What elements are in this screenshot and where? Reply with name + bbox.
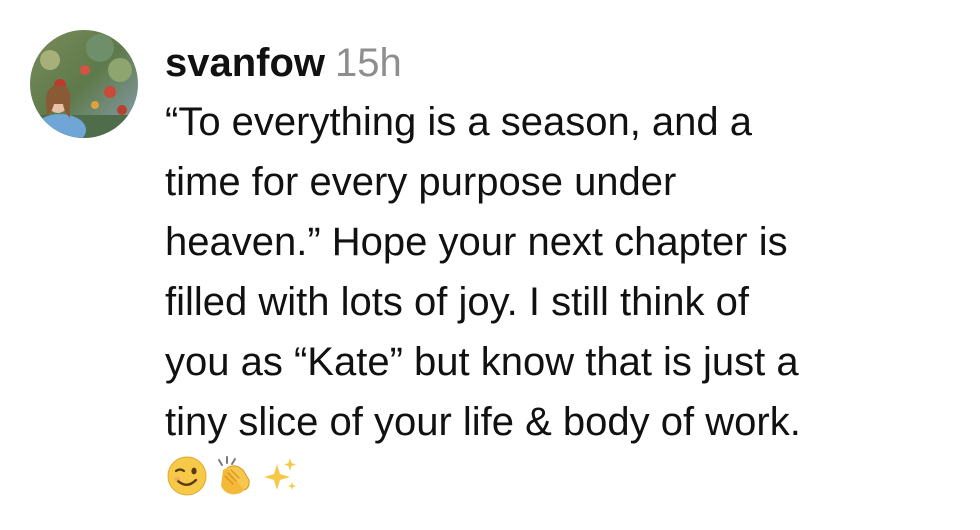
comment-text-line: filled with lots of joy. I still think o… [165,280,749,324]
avatar[interactable] [30,30,138,138]
timestamp[interactable]: 15h [335,41,402,85]
comment: svanfow 15h “To everything is a season, a… [0,0,980,530]
comment-header: svanfow 15h [165,34,965,92]
comment-text-line: you as “Kate” but know that is just a [165,340,799,384]
winking-face-icon [167,456,207,496]
sparkles-icon [264,458,296,490]
comment-text-line: time for every purpose under [165,160,677,204]
comment-text-line: heaven.” Hope your next chapter is [165,220,788,264]
emoji-row [165,454,965,498]
comment-text: “To everything is a season, and a time f… [165,92,965,452]
username-link[interactable]: svanfow [165,41,325,85]
comment-text-line: tiny slice of your life & body of work. [165,400,801,444]
clapping-hands-icon [218,456,250,495]
profile-photo [30,30,138,138]
comment-body: svanfow 15h “To everything is a season, a… [165,34,965,498]
comment-text-line: “To everything is a season, and a [165,100,753,144]
